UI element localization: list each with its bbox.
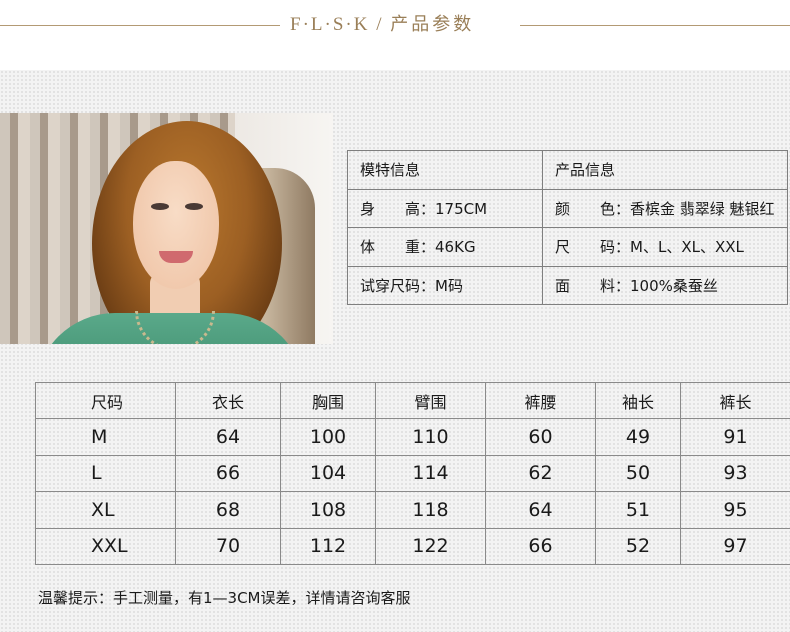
cell-sleeve: 49 <box>595 418 681 456</box>
product-sizes: 尺 码：M、L、XL、XXL <box>542 227 788 267</box>
cell-size: M <box>35 418 176 456</box>
cell-size: L <box>35 454 176 493</box>
weight-value: 46KG <box>435 238 476 257</box>
product-info-heading: 产品信息 <box>542 150 788 190</box>
model-eye-right <box>185 203 203 210</box>
table-row: M 64 100 110 60 49 91 <box>35 418 790 456</box>
cell-sleeve: 52 <box>595 527 681 565</box>
table-row: L 66 104 114 62 50 93 <box>35 454 790 493</box>
height-value: 175CM <box>435 199 488 218</box>
header-waist: 裤腰 <box>485 381 596 420</box>
cell-size: XL <box>35 491 176 529</box>
model-mouth <box>159 251 193 263</box>
model-trial-size: 试穿尺码：M码 <box>347 265 543 305</box>
color-value: 香槟金 翡翠绿 魅银红 <box>630 199 775 218</box>
measurement-tip: 温馨提示：手工测量，有1—3CM误差，详情请咨询客服 <box>38 589 411 607</box>
header-arm: 臂围 <box>375 381 486 420</box>
header-size: 尺码 <box>35 381 176 420</box>
cell-pants-length: 97 <box>680 527 790 565</box>
cell-pants-length: 93 <box>680 454 790 493</box>
header-pants-length: 裤长 <box>680 381 790 420</box>
info-row: 身 高：175CM 颜 色：香槟金 翡翠绿 魅银红 <box>347 188 788 228</box>
cell-arm: 122 <box>375 527 486 565</box>
color-label: 颜 色： <box>555 199 631 218</box>
fabric-label: 面 料： <box>555 276 631 295</box>
cell-length: 68 <box>175 491 281 529</box>
info-row-heading: 模特信息 产品信息 <box>347 150 788 190</box>
title-separator: / <box>376 14 384 35</box>
cell-bust: 104 <box>280 454 376 493</box>
cell-length: 64 <box>175 418 281 456</box>
cell-length: 70 <box>175 527 281 565</box>
cell-waist: 62 <box>485 454 596 493</box>
header-bust: 胸围 <box>280 381 376 420</box>
cell-arm: 118 <box>375 491 486 529</box>
height-label: 身 高： <box>360 199 436 218</box>
header-sleeve: 袖长 <box>595 381 681 420</box>
model-weight: 体 重：46KG <box>347 227 543 267</box>
info-row: 体 重：46KG 尺 码：M、L、XL、XXL <box>347 227 788 267</box>
trial-value: M码 <box>435 276 463 295</box>
header-divider-right <box>520 25 790 26</box>
cell-sleeve: 51 <box>595 491 681 529</box>
cell-size: XXL <box>35 527 176 565</box>
size-chart-header: 尺码 衣长 胸围 臂围 裤腰 袖长 裤长 <box>35 381 790 420</box>
info-row: 试穿尺码：M码 面 料：100%桑蚕丝 <box>347 265 788 305</box>
model-photo <box>0 113 333 344</box>
section-title: 产品参数 <box>390 14 475 35</box>
weight-label: 体 重： <box>360 238 436 257</box>
size-chart-table: 尺码 衣长 胸围 臂围 裤腰 袖长 裤长 M 64 100 110 60 49 … <box>35 381 790 565</box>
info-table: 模特信息 产品信息 身 高：175CM 颜 色：香槟金 翡翠绿 魅银红 体 重：… <box>347 150 788 305</box>
model-face <box>133 161 219 289</box>
product-fabric: 面 料：100%桑蚕丝 <box>542 265 788 305</box>
product-color: 颜 色：香槟金 翡翠绿 魅银红 <box>542 188 788 228</box>
page-title: F·L·S·K / 产品参数 <box>290 10 520 40</box>
header-divider-left <box>0 25 280 26</box>
cell-bust: 100 <box>280 418 376 456</box>
cell-bust: 108 <box>280 491 376 529</box>
cell-waist: 64 <box>485 491 596 529</box>
cell-pants-length: 91 <box>680 418 790 456</box>
cell-arm: 110 <box>375 418 486 456</box>
header-length: 衣长 <box>175 381 281 420</box>
cell-waist: 60 <box>485 418 596 456</box>
cell-bust: 112 <box>280 527 376 565</box>
brand-name: F·L·S·K <box>290 14 370 35</box>
cell-length: 66 <box>175 454 281 493</box>
beaded-neckline <box>135 311 215 344</box>
size-label: 尺 码： <box>555 238 631 257</box>
cell-sleeve: 50 <box>595 454 681 493</box>
model-info-heading: 模特信息 <box>347 150 543 190</box>
cell-waist: 66 <box>485 527 596 565</box>
table-row: XXL 70 112 122 66 52 97 <box>35 527 790 565</box>
size-value: M、L、XL、XXL <box>630 238 744 257</box>
page-header: F·L·S·K / 产品参数 <box>0 0 790 70</box>
cell-arm: 114 <box>375 454 486 493</box>
fabric-value: 100%桑蚕丝 <box>630 276 718 295</box>
model-height: 身 高：175CM <box>347 188 543 228</box>
cell-pants-length: 95 <box>680 491 790 529</box>
table-row: XL 68 108 118 64 51 95 <box>35 491 790 529</box>
trial-label: 试穿尺码： <box>360 276 436 295</box>
model-eye-left <box>151 203 169 210</box>
